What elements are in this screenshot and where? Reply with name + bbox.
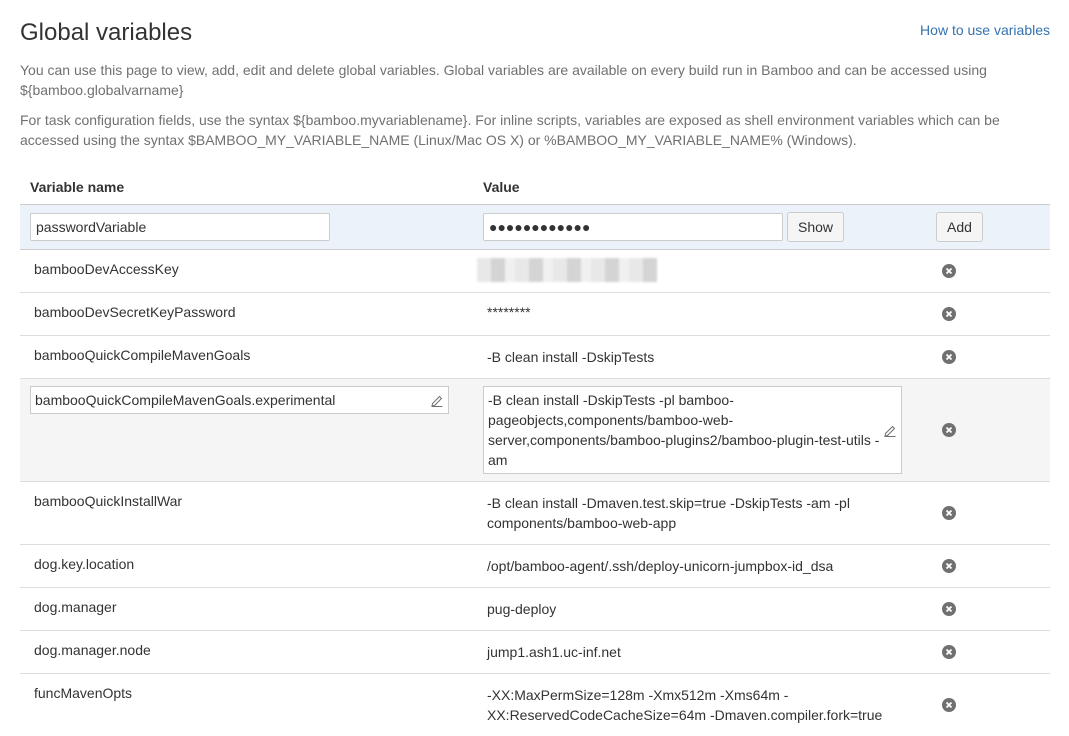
variable-value[interactable]: jump1.ash1.uc-inf.net	[487, 642, 907, 662]
column-header-name: Variable name	[30, 179, 125, 195]
variable-name[interactable]: bambooDevAccessKey	[34, 261, 179, 277]
variables-table: Variable name Value Show Add bambooDevAc…	[20, 166, 1050, 736]
variable-value-password-input[interactable]	[483, 213, 783, 241]
table-row-editing: bambooQuickCompileMavenGoals.experimenta…	[20, 379, 1050, 482]
delete-icon[interactable]	[942, 423, 956, 437]
pencil-icon[interactable]	[431, 395, 443, 407]
variable-name: bambooQuickCompileMavenGoals.experimenta…	[35, 392, 336, 408]
value-line: am	[488, 452, 508, 468]
variable-name[interactable]: dog.key.location	[34, 556, 134, 572]
value-line: XX:ReservedCodeCacheSize=64m -Dmaven.com…	[487, 707, 883, 723]
value-line: -B clean install -DskipTests -pl bamboo-	[488, 392, 734, 408]
delete-icon[interactable]	[942, 602, 956, 616]
help-link[interactable]: How to use variables	[920, 22, 1050, 38]
table-row: dog.manager.node jump1.ash1.uc-inf.net	[20, 631, 1050, 674]
variable-name[interactable]: bambooQuickInstallWar	[34, 493, 182, 509]
table-row: bambooDevAccessKey	[20, 250, 1050, 293]
value-line: server,components/bamboo-plugins2/bamboo…	[488, 432, 880, 448]
table-row: dog.manager pug-deploy	[20, 588, 1050, 631]
variable-value[interactable]: pug-deploy	[487, 599, 907, 619]
redacted-value	[477, 258, 657, 282]
description-syntax: For task configuration fields, use the s…	[20, 112, 1000, 148]
variable-name[interactable]: bambooQuickCompileMavenGoals	[34, 347, 250, 363]
page-header: Global variables How to use variables	[20, 0, 1050, 56]
delete-icon[interactable]	[942, 559, 956, 573]
variable-name[interactable]: dog.manager.node	[34, 642, 151, 658]
pencil-icon[interactable]	[884, 425, 896, 437]
table-header: Variable name Value	[20, 166, 1050, 205]
value-line: components/bamboo-web-app	[487, 515, 677, 531]
variable-name[interactable]: funcMavenOpts	[34, 685, 132, 701]
page-title: Global variables	[20, 19, 193, 46]
column-header-value: Value	[483, 179, 520, 195]
variable-value-edit-field[interactable]: -B clean install -DskipTests -pl bamboo-…	[483, 386, 902, 474]
delete-icon[interactable]	[942, 698, 956, 712]
show-password-button[interactable]: Show	[787, 212, 845, 242]
variable-name-edit-field[interactable]: bambooQuickCompileMavenGoals.experimenta…	[30, 386, 449, 414]
variable-value[interactable]: -B clean install -Dmaven.test.skip=true …	[487, 493, 907, 533]
variable-value[interactable]: /opt/bamboo-agent/.ssh/deploy-unicorn-ju…	[487, 556, 907, 576]
variable-value[interactable]: ********	[487, 302, 907, 322]
variable-name-input[interactable]	[30, 213, 330, 241]
delete-icon[interactable]	[942, 506, 956, 520]
table-row: bambooQuickInstallWar -B clean install -…	[20, 482, 1050, 545]
value-line: pageobjects,components/bamboo-web-	[488, 412, 734, 428]
variable-name[interactable]: bambooDevSecretKeyPassword	[34, 304, 236, 320]
table-row: bambooQuickCompileMavenGoals -B clean in…	[20, 336, 1050, 379]
variable-value[interactable]: -B clean install -DskipTests	[487, 347, 907, 367]
add-variable-button[interactable]: Add	[936, 212, 983, 242]
variable-value: -B clean install -DskipTests -pl bamboo-…	[488, 390, 879, 470]
table-row: bambooDevSecretKeyPassword ********	[20, 293, 1050, 336]
global-variables-page: Global variables How to use variables Yo…	[20, 0, 1050, 723]
delete-icon[interactable]	[942, 350, 956, 364]
delete-icon[interactable]	[942, 645, 956, 659]
variable-name[interactable]: dog.manager	[34, 599, 117, 615]
table-row: dog.key.location /opt/bamboo-agent/.ssh/…	[20, 545, 1050, 588]
variable-value[interactable]: -XX:MaxPermSize=128m -Xmx512m -Xms64m - …	[487, 685, 907, 725]
value-line: -B clean install -Dmaven.test.skip=true …	[487, 495, 850, 511]
value-line: -XX:MaxPermSize=128m -Xmx512m -Xms64m -	[487, 687, 789, 703]
table-row: funcMavenOpts -XX:MaxPermSize=128m -Xmx5…	[20, 674, 1050, 736]
add-variable-row: Show Add	[20, 205, 1050, 250]
delete-icon[interactable]	[942, 307, 956, 321]
delete-icon[interactable]	[942, 264, 956, 278]
description-intro: You can use this page to view, add, edit…	[20, 62, 987, 98]
